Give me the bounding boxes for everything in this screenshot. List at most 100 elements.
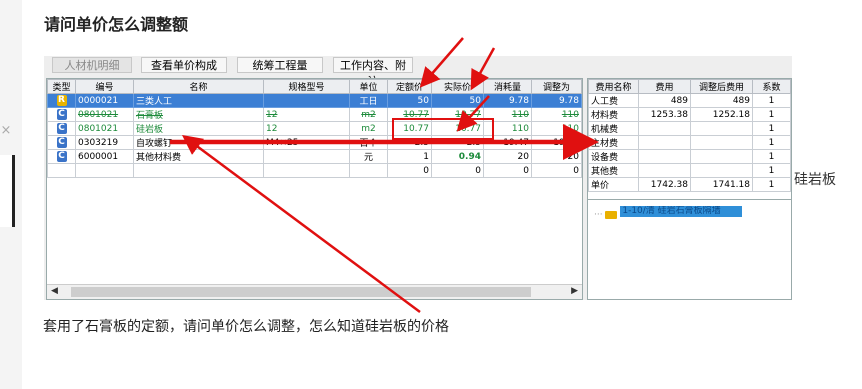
fee-value[interactable] <box>638 149 691 164</box>
cell-name[interactable]: 自攻螺钉 <box>133 135 264 150</box>
col-name[interactable]: 名称 <box>133 79 264 94</box>
fee-coef[interactable]: 1 <box>752 93 791 108</box>
cell-actual-price[interactable]: 0 <box>431 163 484 178</box>
fee-row[interactable]: 设备费 1 <box>588 149 791 164</box>
cell-consumption[interactable]: 9.78 <box>483 93 532 108</box>
tree-item-label[interactable]: 1-10/清 硅岩石膏板隔墙 <box>620 206 743 217</box>
col-consumption[interactable]: 消耗量 <box>483 79 532 94</box>
fee-value[interactable]: 1253.38 <box>638 107 691 122</box>
fee-row[interactable]: 主材费 1 <box>588 135 791 150</box>
fee-row[interactable]: 单价 1742.38 1741.18 1 <box>588 177 791 192</box>
cell-spec[interactable]: 12 <box>263 107 350 122</box>
col-adjusted[interactable]: 调整为 <box>531 79 582 94</box>
cell-code[interactable]: 6000001 <box>75 149 134 164</box>
fee-row[interactable]: 机械费 1 <box>588 121 791 136</box>
col-code[interactable]: 编号 <box>75 79 134 94</box>
fee-adjusted[interactable] <box>690 121 753 136</box>
cell-name[interactable]: 石膏板 <box>133 107 264 122</box>
fee-row[interactable]: 材料费 1253.38 1252.18 1 <box>588 107 791 122</box>
close-icon[interactable]: × <box>0 124 12 138</box>
cell-code[interactable]: 0303219 <box>75 135 134 150</box>
fee-coef[interactable]: 1 <box>752 107 791 122</box>
cell-spec[interactable] <box>263 149 350 164</box>
fee-coef[interactable]: 1 <box>752 149 791 164</box>
fee-adjusted[interactable]: 1252.18 <box>690 107 753 122</box>
highlight-box <box>392 118 494 140</box>
col-fee-name[interactable]: 费用名称 <box>588 79 639 94</box>
cell-quota-price[interactable]: 1 <box>387 149 432 164</box>
cell-adjusted[interactable]: 0 <box>531 163 582 178</box>
table-row[interactable]: C 6000001 其他材料费 元 1 0.94 20 20 <box>47 149 582 164</box>
col-coef[interactable]: 系数 <box>752 79 791 94</box>
cell-quota-price[interactable]: 0 <box>387 163 432 178</box>
cell-adjusted[interactable]: 110 <box>531 107 582 122</box>
table-row[interactable]: 0 0 0 0 <box>47 163 582 178</box>
tree-item[interactable]: ··· 1-10/清 硅岩石膏板隔墙 <box>594 206 743 220</box>
tab-overall-quantity[interactable]: 统筹工程量 <box>237 57 323 73</box>
fee-row[interactable]: 人工费 489 489 1 <box>588 93 791 108</box>
cell-code[interactable]: 0000021 <box>75 93 134 108</box>
cell-unit[interactable]: 工日 <box>349 93 388 108</box>
cell-code[interactable] <box>75 163 134 178</box>
horizontal-scrollbar[interactable]: ◀ ▶ <box>47 284 582 299</box>
cell-spec[interactable]: M4×25 <box>263 135 350 150</box>
cell-unit[interactable] <box>349 163 388 178</box>
cell-actual-price[interactable]: 50 <box>431 93 484 108</box>
cell-code[interactable]: 0801021 <box>75 121 134 136</box>
fee-row[interactable]: 其他费 1 <box>588 163 791 178</box>
cell-name[interactable]: 三类人工 <box>133 93 264 108</box>
cell-name[interactable]: 其他材料费 <box>133 149 264 164</box>
fee-value[interactable]: 1742.38 <box>638 177 691 192</box>
tab-work-content[interactable]: 工作内容、附注 <box>333 57 413 88</box>
fee-coef[interactable]: 1 <box>752 121 791 136</box>
fee-coef[interactable]: 1 <box>752 163 791 178</box>
table-row[interactable]: C 0801021 石膏板 12 m2 10.77 10.77 110 110 <box>47 107 582 122</box>
fee-value[interactable] <box>638 135 691 150</box>
cell-name[interactable]: 硅岩板 <box>133 121 264 136</box>
cell-spec[interactable] <box>263 163 350 178</box>
cell-unit[interactable]: m2 <box>349 121 388 136</box>
cell-code[interactable]: 0801021 <box>75 107 134 122</box>
cell-consumption[interactable]: 0 <box>483 163 532 178</box>
fee-adjusted[interactable] <box>690 149 753 164</box>
cell-consumption[interactable]: 20 <box>483 149 532 164</box>
cell-adjusted[interactable]: 110 <box>531 121 582 136</box>
fee-adjusted[interactable]: 489 <box>690 93 753 108</box>
fee-value[interactable]: 489 <box>638 93 691 108</box>
col-adjusted-fee[interactable]: 调整后费用 <box>690 79 753 94</box>
scrollbar-thumb[interactable] <box>71 287 531 297</box>
col-fee[interactable]: 费用 <box>638 79 691 94</box>
fee-adjusted[interactable] <box>690 163 753 178</box>
side-tab[interactable] <box>0 155 15 227</box>
cell-adjusted[interactable]: 20 <box>531 149 582 164</box>
col-unit[interactable]: 单位 <box>349 79 388 94</box>
table-row[interactable]: C 0303219 自攻螺钉 M4×25 百个 2.5 2.5 19.47 19… <box>47 135 582 150</box>
cell-unit[interactable]: 百个 <box>349 135 388 150</box>
table-row[interactable]: R 0000021 三类人工 工日 50 50 9.78 9.78 <box>47 93 582 108</box>
tab-view-unit-price[interactable]: 查看单价构成 <box>141 57 227 73</box>
cell-quota-price[interactable]: 50 <box>387 93 432 108</box>
col-quota-price[interactable]: 定额价 <box>387 79 432 94</box>
cell-spec[interactable] <box>263 93 350 108</box>
col-actual-price[interactable]: 实际价 <box>431 79 484 94</box>
cell-adjusted[interactable]: 9.78 <box>531 93 582 108</box>
cell-adjusted[interactable]: 19.47 <box>531 135 582 150</box>
col-spec[interactable]: 规格型号 <box>263 79 350 94</box>
table-row[interactable]: C 0801021 硅岩板 12 m2 10.77 10.77 110 110 <box>47 121 582 136</box>
fee-value[interactable] <box>638 163 691 178</box>
col-type[interactable]: 类型 <box>47 79 76 94</box>
scroll-right-icon[interactable]: ▶ <box>571 286 578 296</box>
cell-actual-price[interactable]: 0.94 <box>431 149 484 164</box>
scroll-left-icon[interactable]: ◀ <box>51 286 58 296</box>
tab-labor-material-detail[interactable]: 人材机明细 <box>52 57 132 73</box>
type-badge: R <box>56 95 67 106</box>
cell-unit[interactable]: m2 <box>349 107 388 122</box>
fee-coef[interactable]: 1 <box>752 177 791 192</box>
fee-adjusted[interactable] <box>690 135 753 150</box>
fee-coef[interactable]: 1 <box>752 135 791 150</box>
fee-adjusted[interactable]: 1741.18 <box>690 177 753 192</box>
cell-name[interactable] <box>133 163 264 178</box>
fee-value[interactable] <box>638 121 691 136</box>
cell-unit[interactable]: 元 <box>349 149 388 164</box>
cell-spec[interactable]: 12 <box>263 121 350 136</box>
